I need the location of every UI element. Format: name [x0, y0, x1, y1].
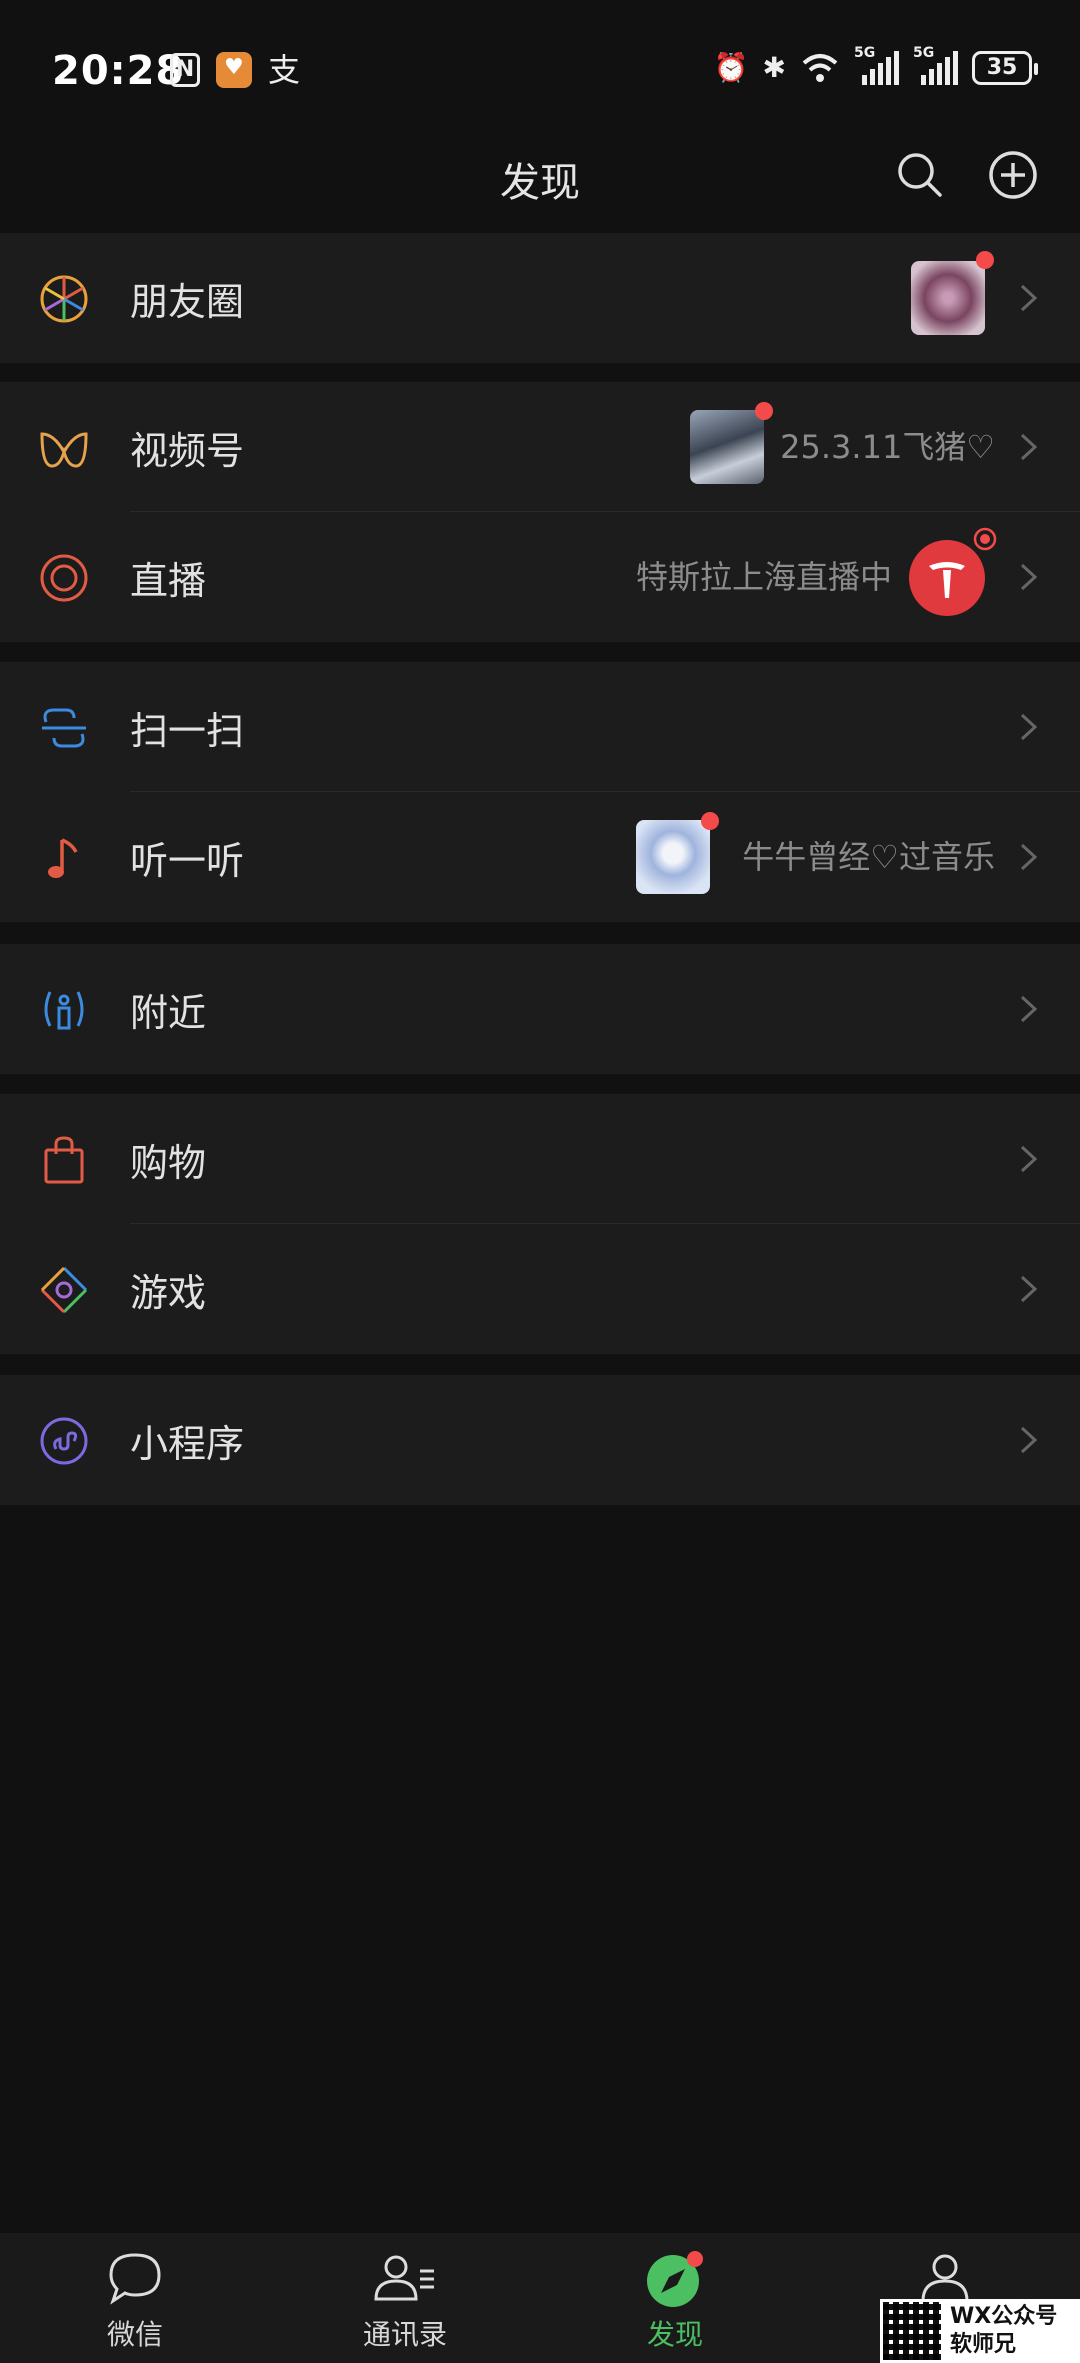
- nfc-icon: N: [170, 53, 200, 87]
- chevron-right-icon: [1020, 1275, 1038, 1303]
- channels-icon: [40, 432, 88, 468]
- group-channels-live: 视频号 25.3.11飞猪♡ 直播 特斯拉上海直播中: [0, 382, 1080, 642]
- contacts-icon: [374, 2255, 434, 2301]
- chevron-right-icon: [1020, 995, 1038, 1023]
- status-time: 20:28: [52, 48, 185, 94]
- mini-program-icon: [40, 1417, 88, 1465]
- compass-icon: [647, 2251, 703, 2307]
- group-moments: 朋友圈: [0, 233, 1080, 363]
- chevron-right-icon: [1020, 713, 1038, 741]
- row-live[interactable]: 直播 特斯拉上海直播中: [0, 512, 1080, 642]
- watermark: WX公众号 软师兄: [880, 2299, 1080, 2363]
- tab-discover[interactable]: 发现: [540, 2233, 810, 2363]
- channels-thumbnail: [690, 410, 764, 484]
- person-icon: [921, 2254, 969, 2303]
- bluetooth-icon: ✱: [762, 51, 786, 84]
- group-nearby: 附近: [0, 944, 1080, 1074]
- row-label: 直播: [130, 559, 207, 603]
- wifi-icon: [802, 54, 838, 82]
- row-channels[interactable]: 视频号 25.3.11飞猪♡: [0, 382, 1080, 512]
- scan-icon: [42, 708, 86, 748]
- row-label: 朋友圈: [130, 280, 245, 324]
- signal-2-label: 5G: [913, 45, 935, 61]
- watermark-line-2: 软师兄: [950, 2332, 1017, 2357]
- row-label: 视频号: [130, 429, 245, 473]
- row-listen[interactable]: 听一听 牛牛曾经♡过音乐: [0, 792, 1080, 922]
- tab-contacts[interactable]: 通讯录: [270, 2233, 540, 2363]
- channels-extra-text: 25.3.11飞猪♡: [780, 428, 995, 466]
- row-label: 扫一扫: [130, 709, 245, 753]
- alipay-icon: 支: [268, 51, 301, 89]
- tesla-logo-icon: [909, 540, 985, 616]
- tab-chats[interactable]: 微信: [0, 2233, 270, 2363]
- add-icon[interactable]: [988, 150, 1038, 200]
- watermark-line-1: WX公众号: [950, 2304, 1058, 2329]
- tab-label: 微信: [106, 2318, 163, 2351]
- live-status-icon: [973, 527, 997, 551]
- row-games[interactable]: 游戏: [0, 1224, 1080, 1354]
- notification-dot: [976, 251, 994, 269]
- page-header: 发现: [0, 140, 1080, 232]
- group-scan-listen: 扫一扫 听一听 牛牛曾经♡过音乐: [0, 662, 1080, 922]
- listen-extra-text: 牛牛曾经♡过音乐: [742, 838, 995, 876]
- row-label: 听一听: [130, 839, 245, 883]
- health-app-icon: [216, 52, 252, 88]
- live-extra-text: 特斯拉上海直播中: [635, 558, 892, 596]
- status-left-icons: N 支: [170, 52, 300, 88]
- moments-thumbnail: [911, 261, 985, 335]
- shopping-bag-icon: [44, 1136, 84, 1184]
- row-label: 小程序: [130, 1422, 245, 1466]
- status-right-icons: ⏰ ✱ 5G 5G 35: [713, 45, 1038, 86]
- notification-dot: [701, 812, 719, 830]
- notification-dot: [755, 402, 773, 420]
- battery-indicator: 35: [972, 51, 1038, 85]
- chevron-right-icon: [1020, 1426, 1038, 1454]
- alarm-icon: ⏰: [713, 51, 749, 84]
- group-shopping-games: 购物 游戏: [0, 1094, 1080, 1354]
- nearby-icon: [44, 991, 84, 1030]
- chevron-right-icon: [1020, 1145, 1038, 1173]
- chevron-right-icon: [1020, 284, 1038, 312]
- cellular-signal-1-icon: 5G: [854, 45, 899, 85]
- row-moments[interactable]: 朋友圈: [0, 233, 1080, 363]
- tab-label: 发现: [646, 2318, 703, 2351]
- chevron-right-icon: [1020, 433, 1038, 461]
- signal-1-label: 5G: [854, 45, 876, 61]
- tab-label: 通讯录: [362, 2318, 447, 2351]
- cellular-signal-2-icon: 5G: [913, 45, 958, 85]
- search-icon[interactable]: [895, 150, 945, 200]
- group-mini-programs: 小程序: [0, 1375, 1080, 1505]
- row-scan[interactable]: 扫一扫: [0, 662, 1080, 792]
- row-mini-programs[interactable]: 小程序: [0, 1375, 1080, 1505]
- chevron-right-icon: [1020, 843, 1038, 871]
- row-label: 购物: [130, 1141, 207, 1185]
- game-icon: [40, 1266, 88, 1314]
- live-icon: [40, 554, 88, 602]
- chat-bubble-icon: [109, 2253, 161, 2305]
- music-note-icon: [48, 838, 78, 878]
- row-label: 附近: [130, 991, 207, 1035]
- qr-code-icon: [883, 2302, 941, 2360]
- moments-icon: [40, 275, 88, 323]
- row-shopping[interactable]: 购物: [0, 1094, 1080, 1224]
- music-thumbnail: [636, 820, 710, 894]
- row-label: 游戏: [130, 1271, 207, 1315]
- row-nearby[interactable]: 附近: [0, 944, 1080, 1074]
- status-bar: 20:28 N 支 ⏰ ✱ 5G 5G 35: [0, 0, 1080, 140]
- chevron-right-icon: [1020, 563, 1038, 591]
